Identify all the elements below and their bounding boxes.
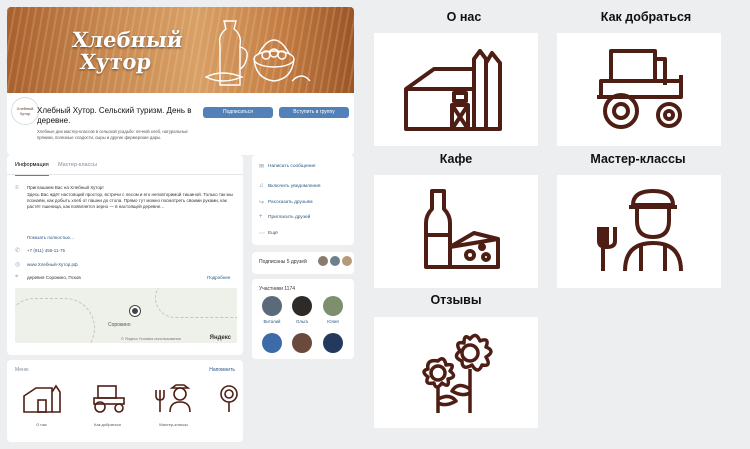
info-tabs: Информация Мастер-классы [7, 155, 243, 176]
group-cover-banner: Хлебный Хутор [7, 7, 354, 93]
tile-reviews[interactable] [374, 317, 538, 428]
website-link[interactable]: www.Хлебный-Хутор.рф [27, 262, 239, 268]
friends-subscribed-label: Подписаны 5 друзей [259, 259, 307, 265]
description-row: ≡ [15, 185, 23, 191]
member-avatar[interactable] [262, 296, 282, 316]
sunflower-icon [220, 385, 238, 412]
map-footer: © Яндекс Условия использования [121, 337, 181, 341]
action-label: Пригласить друзей [268, 214, 311, 220]
send-message-action[interactable]: ✉ Написать сообщение [259, 163, 316, 170]
tile-title-route: Как добраться [600, 10, 692, 24]
add-user-icon: + [259, 214, 263, 220]
avatar-text: Хлебный Хутор [16, 106, 34, 116]
friends-card[interactable]: Подписаны 5 друзей [252, 252, 354, 274]
phone-number[interactable]: +7 (911) 455-11-75 [27, 248, 239, 254]
member-name[interactable]: Ольга [287, 319, 317, 324]
share-action[interactable]: ↪ Рассказать друзьям [259, 199, 313, 206]
action-label: Ещё [268, 231, 278, 236]
member-avatar[interactable] [292, 296, 312, 316]
menu-card: Меню Напомнить О нас Как добраться Масте… [7, 360, 243, 442]
sunflower-icon [422, 333, 493, 413]
map-place-label: Сорокино [108, 322, 131, 328]
member-avatar[interactable] [262, 333, 282, 353]
friend-avatar[interactable] [330, 256, 340, 266]
farmer-icon [154, 384, 191, 413]
website-row: ◎ [15, 261, 23, 268]
tractor-icon [597, 49, 683, 129]
action-label: Написать сообщение [268, 164, 316, 169]
farm-icon [22, 384, 61, 413]
farm-icon [404, 49, 502, 131]
globe-icon: ◎ [15, 262, 21, 268]
notifications-action[interactable]: ♫ Включить уведомления [259, 183, 320, 189]
yandex-logo: Яндекс [209, 335, 231, 341]
menu-item-classes[interactable]: Мастер-классы [151, 382, 196, 432]
friend-avatar[interactable] [342, 256, 352, 266]
map-pin-icon [130, 306, 140, 316]
join-group-button[interactable]: Вступить в группу [279, 107, 349, 118]
address-more-link[interactable]: Подробнее [207, 275, 247, 281]
phone-row: ✆ [15, 247, 23, 254]
member-avatar[interactable] [292, 333, 312, 353]
tab-info[interactable]: Информация [15, 155, 49, 176]
group-avatar[interactable]: Хлебный Хутор [11, 97, 39, 125]
location-pin-icon: ⌖ [15, 274, 19, 280]
info-card: Информация Мастер-классы ≡ Приглашаем Ва… [7, 155, 243, 355]
menu-item-about[interactable]: О нас [19, 382, 64, 432]
actions-card: ✉ Написать сообщение ♫ Включить уведомлени… [252, 155, 354, 245]
action-label: Включить уведомления [268, 183, 321, 189]
member-name[interactable]: Виталий [257, 319, 287, 324]
member-avatar[interactable] [323, 333, 343, 353]
invite-friends-action[interactable]: + Пригласить друзей [259, 214, 310, 220]
tile-title-about: О нас [446, 10, 482, 24]
more-icon: ⋯ [259, 231, 265, 237]
action-label: Рассказать друзьям [268, 200, 313, 205]
tractor-icon [92, 385, 125, 413]
menu-item-label: О нас [36, 422, 47, 427]
share-icon: ↪ [259, 200, 265, 206]
banner-title: Хлебный Хутор [69, 27, 184, 74]
tile-title-classes: Мастер-классы [590, 152, 686, 166]
farmer-icon [597, 189, 683, 272]
group-name: Хлебный Хутор. Сельский туризм. День в д… [37, 106, 192, 125]
menu-all-link[interactable]: Напомнить [209, 367, 235, 373]
menu-header: Меню [15, 367, 29, 373]
address-row: ⌖ [15, 274, 23, 281]
tile-about[interactable] [374, 33, 538, 146]
more-action[interactable]: ⋯ Ещё [259, 230, 278, 237]
chat-icon: ✉ [259, 164, 265, 170]
members-card: Участники 1174 Виталий Ольга Юлия [252, 279, 354, 359]
tile-cafe[interactable] [374, 175, 538, 288]
jug-and-bread-illustration [204, 20, 311, 86]
banner-title-line1: Хлебный [70, 27, 184, 52]
map-road [155, 288, 237, 318]
tile-title-reviews: Отзывы [430, 293, 482, 307]
members-label[interactable]: Участники 1174 [259, 286, 295, 292]
group-header: Хлебный Хутор Хлебный Хутор. Сельский ту… [7, 93, 354, 155]
milk-and-cheese-icon [424, 189, 500, 269]
banner-title-line2: Хутор [78, 49, 153, 74]
member-name[interactable]: Юлия [318, 319, 348, 324]
tab-master-classes[interactable]: Мастер-классы [58, 155, 97, 175]
menu-item-label: Как добраться [94, 422, 121, 427]
intro-text: Здесь Вас ждёт настоящий простор, встреч… [27, 192, 233, 209]
member-avatar[interactable] [323, 296, 343, 316]
location-map[interactable]: Сорокино © Яндекс Условия использования … [15, 288, 237, 343]
map-road [15, 298, 95, 343]
menu-item-route[interactable]: Как добраться [85, 382, 130, 432]
subscribe-button[interactable]: Подписаться [203, 107, 273, 118]
text-icon: ≡ [15, 185, 19, 191]
tile-classes[interactable] [557, 175, 721, 288]
group-status: Хлебные дни мастер-классов в сельской ус… [37, 129, 188, 140]
friend-avatar[interactable] [318, 256, 328, 266]
bell-icon: ♫ [259, 183, 264, 189]
phone-icon: ✆ [15, 248, 21, 254]
intro-title: Приглашаем Вас на Хлебный Хутор! [27, 185, 104, 190]
show-more-link[interactable]: Показать полностью… [27, 235, 239, 241]
tile-route[interactable] [557, 33, 721, 146]
menu-item-cafe[interactable] [217, 382, 241, 432]
tile-title-cafe: Кафе [439, 152, 473, 166]
menu-item-label: Мастер-классы [159, 422, 188, 427]
